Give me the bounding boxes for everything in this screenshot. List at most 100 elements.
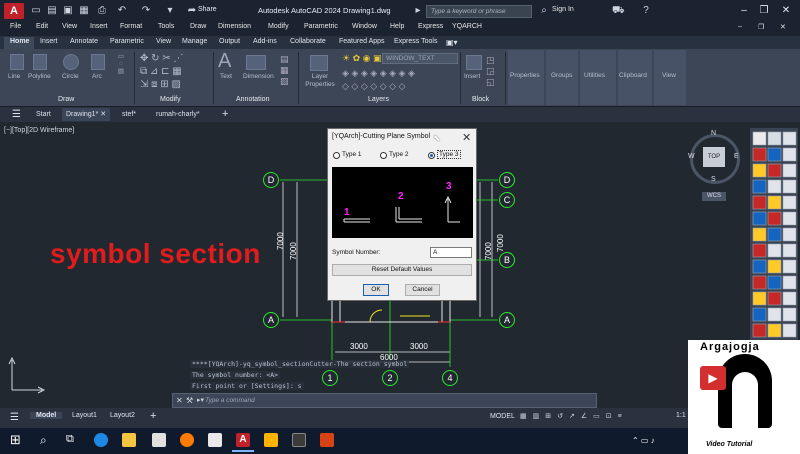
menu-window[interactable]: Window xyxy=(352,23,377,30)
sign-in-button[interactable]: Sign In xyxy=(552,6,574,13)
menu-hamburger-icon[interactable]: ☰ xyxy=(8,108,25,121)
panel-modify-label[interactable]: Modify xyxy=(160,96,181,103)
wrench-icon[interactable]: ⚒ xyxy=(186,396,193,405)
grid-bubble-2[interactable]: 2 xyxy=(382,370,398,386)
radio-type2[interactable] xyxy=(380,152,387,159)
close-button[interactable]: ✕ xyxy=(778,4,794,18)
tab-parametric[interactable]: Parametric xyxy=(110,38,144,45)
edge-icon[interactable] xyxy=(94,433,108,447)
cancel-button[interactable]: Cancel xyxy=(405,284,440,296)
save-as-icon[interactable]: ▦ xyxy=(78,5,90,17)
menu-edit[interactable]: Edit xyxy=(36,23,48,30)
radio-type3[interactable] xyxy=(428,152,435,159)
panel-draw-label[interactable]: Draw xyxy=(58,96,74,103)
wcs-menu[interactable]: WCS xyxy=(702,192,726,201)
share-button[interactable]: Share xyxy=(198,6,217,13)
text-button[interactable]: Text xyxy=(220,73,232,80)
search-input[interactable]: Type a keyword or phrase xyxy=(426,5,532,18)
layout-tab-layout2[interactable]: Layout2 xyxy=(110,412,135,419)
grid-bubble-c-right[interactable]: C xyxy=(499,192,515,208)
menu-yqarch[interactable]: YQARCH xyxy=(452,23,482,30)
file-explorer-icon[interactable] xyxy=(122,433,136,447)
help-icon[interactable]: ? xyxy=(640,5,652,17)
symbol-number-input[interactable]: A xyxy=(430,247,472,258)
circle-icon[interactable] xyxy=(63,54,79,70)
grid-bubble-b-right[interactable]: B xyxy=(499,252,515,268)
annotation-scale[interactable]: 1:1 xyxy=(676,412,686,419)
menu-express[interactable]: Express xyxy=(418,23,443,30)
menu-format[interactable]: Format xyxy=(120,23,142,30)
tab-output[interactable]: Output xyxy=(219,38,240,45)
new-tab-plus-icon[interactable]: + xyxy=(218,108,232,121)
layer-tools-icons-2[interactable]: ◇ ◇ ◇ ◇ ◇ ◇ ◇ xyxy=(342,81,405,92)
radio-type3-label[interactable]: Type 3 xyxy=(437,150,461,159)
menu-draw[interactable]: Draw xyxy=(190,23,206,30)
groups-button[interactable]: Groups xyxy=(551,72,572,79)
autocad-taskbar-icon[interactable]: A xyxy=(236,433,250,447)
close-icon[interactable]: ✕ xyxy=(100,111,106,118)
menu-minimize[interactable]: – xyxy=(738,23,742,30)
tab-collaborate[interactable]: Collaborate xyxy=(290,38,326,45)
viewcube-east[interactable]: E xyxy=(734,153,739,160)
tab-insert[interactable]: Insert xyxy=(40,38,58,45)
viewcube-top-face[interactable]: TOP xyxy=(703,147,725,167)
system-tray-icons[interactable]: ⌃ ▭ ♪ xyxy=(632,436,655,445)
radio-type2-label[interactable]: Type 2 xyxy=(389,151,409,158)
new-file-icon[interactable]: ▭ xyxy=(30,5,42,17)
insert-block-icon[interactable] xyxy=(466,55,482,70)
radio-type1-label[interactable]: Type 1 xyxy=(342,151,362,158)
cart-icon[interactable]: ⛟ xyxy=(612,5,625,17)
menu-insert[interactable]: Insert xyxy=(90,23,108,30)
viewcube-south[interactable]: S xyxy=(711,176,716,183)
media-player-icon[interactable] xyxy=(264,433,278,447)
arc-icon[interactable] xyxy=(91,54,105,70)
store-icon[interactable] xyxy=(152,433,166,447)
layout-menu-icon[interactable]: ☰ xyxy=(10,412,19,423)
file-tab-drawing1[interactable]: Drawing1* ✕ xyxy=(62,108,111,121)
line-button[interactable]: Line xyxy=(8,73,20,80)
tab-view[interactable]: View xyxy=(156,38,171,45)
radio-type1[interactable] xyxy=(333,152,340,159)
ribbon-options-icon[interactable]: ▣▾ xyxy=(446,38,458,47)
panel-layers-label[interactable]: Layers xyxy=(368,96,389,103)
draw-extra-icons[interactable]: ▭ ◌ ▤ xyxy=(110,52,132,92)
menu-dimension[interactable]: Dimension xyxy=(218,23,251,30)
annotation-extra-icons[interactable]: ▤ ▦ ▨ xyxy=(280,54,289,87)
view-button[interactable]: View xyxy=(662,72,676,79)
grid-bubble-a-left[interactable]: A xyxy=(263,312,279,328)
ok-button[interactable]: OK xyxy=(363,284,389,296)
save-icon[interactable]: ▣ xyxy=(62,5,74,17)
file-tab-rumah-charly[interactable]: rumah-charly* xyxy=(152,108,204,121)
polyline-icon[interactable] xyxy=(33,54,47,70)
layer-tools-icons[interactable]: ◈ ◈ ◈ ◈ ◈ ◈ ◈ ◈ xyxy=(342,68,415,79)
app-icon-2[interactable] xyxy=(320,433,334,447)
minimize-button[interactable]: – xyxy=(736,4,752,18)
layer-state-icons[interactable]: ☀ ✿ ◉ ▣ xyxy=(342,53,381,64)
grid-bubble-d-right[interactable]: D xyxy=(499,172,515,188)
tab-addins[interactable]: Add-ins xyxy=(253,38,277,45)
utilities-button[interactable]: Utilities xyxy=(584,72,605,79)
text-tool-icon[interactable]: A xyxy=(218,50,231,73)
layer-dropdown[interactable]: WINDOW_TEXT xyxy=(382,53,458,64)
modify-tools-icons[interactable]: ✥ ↻ ✂ ⋰ ⧉ ⊿ ⊏ ▦ ⇲ ⧈ ⊞ ▨ xyxy=(140,52,210,92)
autocad-app-icon[interactable]: A xyxy=(4,3,24,19)
grid-bubble-1[interactable]: 1 xyxy=(322,370,338,386)
menu-help[interactable]: Help xyxy=(390,23,404,30)
layer-properties-button[interactable]: Layer Properties xyxy=(303,73,337,89)
palette-buttons[interactable] xyxy=(752,130,798,340)
viewcube-west[interactable]: W xyxy=(688,153,695,160)
block-tools-icons[interactable]: ◳ ◲ ◱ xyxy=(486,55,495,88)
command-input[interactable]: Type a command xyxy=(205,397,255,404)
tab-express-tools[interactable]: Express Tools xyxy=(394,38,437,45)
menu-view[interactable]: View xyxy=(62,23,77,30)
tab-featured-apps[interactable]: Featured Apps xyxy=(339,38,385,45)
viewcube-north[interactable]: N xyxy=(711,130,716,137)
redo-icon[interactable]: ↷ xyxy=(140,5,152,17)
reset-default-values-button[interactable]: Reset Default Values xyxy=(332,264,472,276)
share-icon[interactable]: ➦ xyxy=(186,5,198,17)
menu-parametric[interactable]: Parametric xyxy=(304,23,338,30)
menu-restore[interactable]: ❐ xyxy=(758,23,764,31)
dimension-button[interactable]: Dimension xyxy=(243,73,274,80)
layout-tab-model[interactable]: Model xyxy=(30,412,63,419)
circle-button[interactable]: Circle xyxy=(62,73,79,80)
